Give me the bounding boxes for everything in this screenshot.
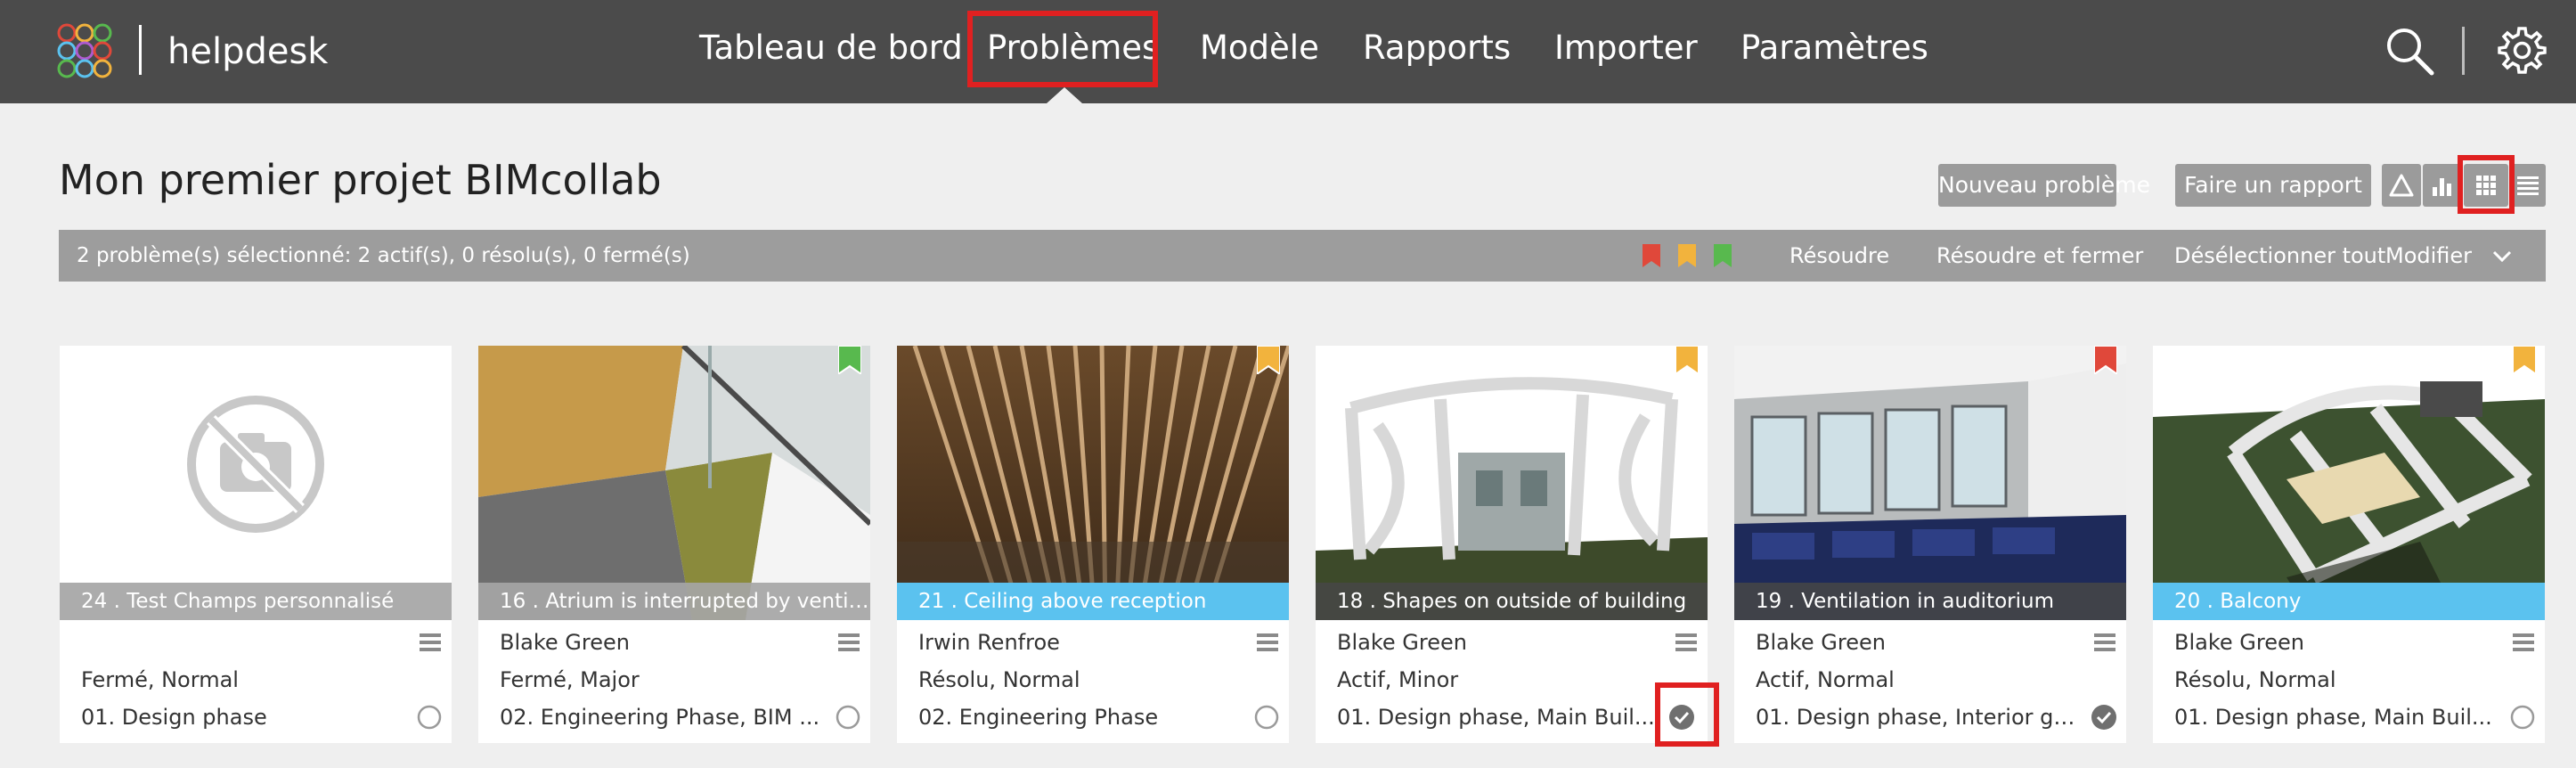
issue-thumbnail[interactable] <box>1316 346 1708 620</box>
issue-card[interactable]: 21 . Ceiling above reception Irwin Renfr… <box>897 346 1289 743</box>
issue-thumbnail[interactable] <box>1734 346 2126 620</box>
active-view-highlight <box>2458 155 2515 214</box>
flag-green-icon[interactable] <box>838 346 861 374</box>
menu-icon[interactable] <box>2094 633 2115 652</box>
issue-thumbnail[interactable] <box>478 346 870 620</box>
checked-circle-icon[interactable] <box>2091 704 2117 731</box>
resolve-and-close-action[interactable]: Résoudre et fermer <box>1936 230 2143 282</box>
flag-green-icon[interactable] <box>1714 244 1732 267</box>
toolbar-divider <box>2462 27 2465 75</box>
nav-parametres[interactable]: Paramètres <box>1740 27 1928 69</box>
selection-summary: 2 problème(s) sélectionné: 2 actif(s), 0… <box>77 244 690 267</box>
issue-card[interactable]: 19 . Ventilation in auditorium Blake Gre… <box>1734 346 2126 743</box>
select-circle-icon[interactable] <box>2509 704 2536 731</box>
gear-icon[interactable] <box>2494 23 2547 77</box>
menu-icon[interactable] <box>2513 633 2534 652</box>
issue-title[interactable]: 19 . Ventilation in auditorium <box>1734 583 2126 620</box>
issue-assignee: Blake Green <box>1756 630 1886 655</box>
flag-red-icon[interactable] <box>1643 244 1660 267</box>
flag-orange-icon[interactable] <box>1678 244 1696 267</box>
issue-title[interactable]: 21 . Ceiling above reception <box>897 583 1289 620</box>
issue-thumbnail[interactable] <box>60 346 452 620</box>
brand-divider <box>139 25 142 75</box>
project-title: Mon premier projet BIMcollab <box>59 156 662 204</box>
nav-importer[interactable]: Importer <box>1554 27 1698 69</box>
warning-triangle-icon <box>2389 174 2414 197</box>
report-button[interactable]: Faire un rapport <box>2175 164 2371 207</box>
menu-icon[interactable] <box>1257 633 1278 652</box>
issue-card[interactable]: 16 . Atrium is interrupted by ventil... … <box>478 346 870 743</box>
nav-modele[interactable]: Modèle <box>1200 27 1319 69</box>
issue-phase: 02. Engineering Phase <box>918 705 1159 730</box>
nav-tableau-de-bord[interactable]: Tableau de bord <box>699 27 963 69</box>
issue-status: Actif, Normal <box>1756 667 1895 692</box>
issue-thumbnail[interactable] <box>897 346 1289 620</box>
issue-assignee: Blake Green <box>1337 630 1467 655</box>
active-nav-highlight <box>967 11 1158 87</box>
issue-phase: 02. Engineering Phase, BIM ... <box>500 705 820 730</box>
menu-icon[interactable] <box>838 633 860 652</box>
view-bar-chart-toggle[interactable] <box>2423 164 2462 207</box>
issue-status: Actif, Minor <box>1337 667 1459 692</box>
flag-orange-icon[interactable] <box>2513 346 2536 374</box>
issue-assignee: Blake Green <box>500 630 630 655</box>
new-issue-button[interactable]: Nouveau problème <box>1938 164 2150 207</box>
menu-icon[interactable] <box>1675 633 1697 652</box>
flag-orange-icon[interactable] <box>1257 346 1280 374</box>
issue-status: Fermé, Normal <box>81 667 239 692</box>
list-icon <box>2517 176 2539 195</box>
helpdesk-logo-icon[interactable] <box>55 21 114 80</box>
issue-card[interactable]: 18 . Shapes on outside of building Blake… <box>1316 346 1708 743</box>
select-circle-icon[interactable] <box>835 704 861 731</box>
issue-title[interactable]: 16 . Atrium is interrupted by ventil... <box>478 583 870 620</box>
issue-card[interactable]: 20 . Balcony Blake Green Résolu, Normal … <box>2153 346 2545 743</box>
issue-status: Résolu, Normal <box>918 667 1080 692</box>
selected-check-highlight <box>1655 682 1719 747</box>
chevron-down-icon[interactable] <box>2490 245 2514 268</box>
nav-rapports[interactable]: Rapports <box>1363 27 1511 69</box>
top-navigation-bar: helpdesk Tableau de bord Problèmes Modèl… <box>0 0 2576 103</box>
issue-phase: 01. Design phase <box>81 705 267 730</box>
deselect-all-action[interactable]: Désélectionner tout <box>2174 230 2385 282</box>
issue-assignee: Blake Green <box>2174 630 2304 655</box>
flag-red-icon[interactable] <box>2094 346 2117 374</box>
issue-card[interactable]: 24 . Test Champs personnalisé Fermé, Nor… <box>60 346 452 743</box>
brand-name[interactable]: helpdesk <box>167 30 328 73</box>
issue-title[interactable]: 18 . Shapes on outside of building <box>1316 583 1708 620</box>
view-chart-toggle[interactable] <box>2382 164 2421 207</box>
resolve-action[interactable]: Résoudre <box>1789 230 1889 282</box>
issue-phase: 01. Design phase, Main Buil... <box>1337 705 1655 730</box>
active-nav-caret <box>1047 87 1082 103</box>
issue-title[interactable]: 20 . Balcony <box>2153 583 2545 620</box>
select-circle-icon[interactable] <box>416 704 443 731</box>
search-icon[interactable] <box>2384 25 2435 77</box>
issue-status: Résolu, Normal <box>2174 667 2336 692</box>
issue-assignee: Irwin Renfroe <box>918 630 1060 655</box>
view-list-toggle[interactable] <box>2510 164 2546 207</box>
selection-bar: 2 problème(s) sélectionné: 2 actif(s), 0… <box>59 230 2546 282</box>
issue-phase: 01. Design phase, Main Buil... <box>2174 705 2492 730</box>
flag-orange-icon[interactable] <box>1675 346 1699 374</box>
modify-action[interactable]: Modifier <box>2385 230 2472 282</box>
issue-title[interactable]: 24 . Test Champs personnalisé <box>60 583 452 620</box>
issue-thumbnail[interactable] <box>2153 346 2545 620</box>
select-circle-icon[interactable] <box>1253 704 1280 731</box>
menu-icon[interactable] <box>420 633 441 652</box>
bar-chart-icon <box>2433 178 2451 196</box>
issue-status: Fermé, Major <box>500 667 640 692</box>
issue-phase: 01. Design phase, Interior ge... <box>1756 705 2085 730</box>
